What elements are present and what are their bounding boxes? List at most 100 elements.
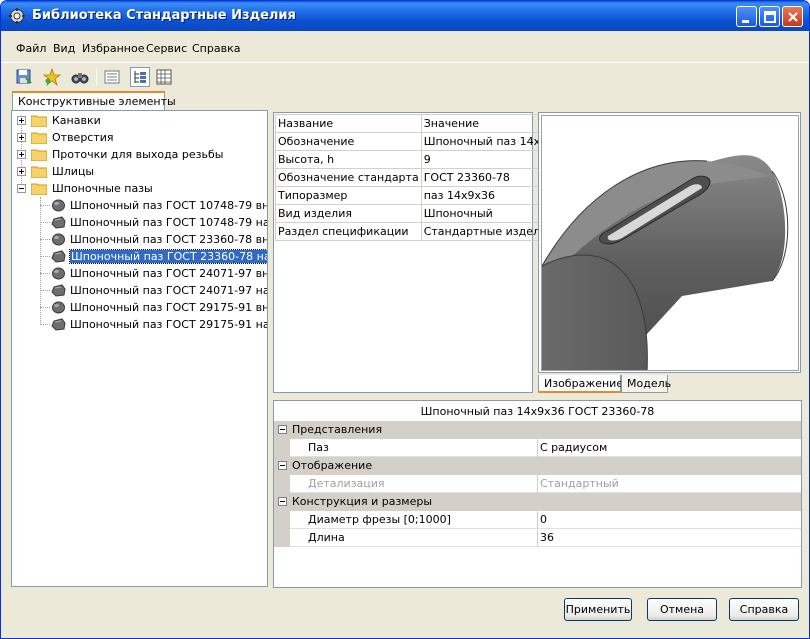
toolbar xyxy=(1,62,809,90)
window-title: Библиотека Стандартные Изделия xyxy=(32,8,296,23)
property-label: Паз xyxy=(308,441,329,454)
gear-icon xyxy=(9,8,25,24)
property-grid: Шпоночный паз 14x9x36 ГОСТ 23360-78 Пред… xyxy=(273,400,802,588)
shaft-part-icon xyxy=(51,250,66,263)
property-name: Раздел спецификации xyxy=(275,222,422,241)
folder-icon xyxy=(31,132,47,144)
table-row[interactable]: Обозначение Шпоночный паз 14x9x36 xyxy=(275,132,571,151)
star-icon xyxy=(42,67,62,87)
column-header-name: Название xyxy=(275,114,422,133)
table-row[interactable]: Раздел спецификации Стандартные изделия xyxy=(275,222,571,241)
table-row[interactable]: Обозначение стандарта ГОСТ 23360-78 xyxy=(275,168,571,187)
column-divider xyxy=(537,439,538,457)
grid-gutter xyxy=(274,511,290,529)
table-icon xyxy=(156,69,172,85)
title-bar[interactable]: Библиотека Стандартные Изделия xyxy=(1,1,809,31)
tree-folder-label: Канавки xyxy=(52,114,101,127)
collapse-icon[interactable] xyxy=(278,425,287,434)
column-divider xyxy=(537,475,538,493)
shaft-model-render xyxy=(542,155,789,370)
menu-help[interactable]: Справка xyxy=(192,42,240,55)
folder-icon xyxy=(31,166,47,178)
property-label: Детализация xyxy=(308,477,385,490)
property-row[interactable]: Паз С радиусом xyxy=(274,439,801,457)
category-row[interactable]: Отображение xyxy=(274,457,801,475)
list-view-button[interactable] xyxy=(102,67,122,87)
expand-icon[interactable] xyxy=(17,116,26,125)
shaft-part-icon xyxy=(52,199,65,212)
expand-icon[interactable] xyxy=(17,133,26,142)
menu-service[interactable]: Сервис xyxy=(146,42,187,55)
folder-icon xyxy=(31,183,47,195)
tree-guide xyxy=(40,256,50,257)
table-row[interactable]: Высота, h 9 xyxy=(275,150,571,169)
shaft-part-icon xyxy=(52,233,65,246)
tree-item-label: Шпоночный паз ГОСТ 23360-78 внутр xyxy=(70,233,268,246)
tree-item-label: Шпоночный паз ГОСТ 29175-91 внутр xyxy=(70,301,268,314)
property-name: Типоразмер xyxy=(275,186,422,205)
menu-view[interactable]: Вид xyxy=(53,42,75,55)
property-value[interactable]: 0 xyxy=(540,513,547,526)
binoculars-icon xyxy=(71,73,89,84)
tree-folder-label: Отверстия xyxy=(52,131,114,144)
table-row[interactable]: Вид изделия Шпоночный xyxy=(275,204,571,223)
property-value: Стандартный xyxy=(540,477,619,490)
property-name: Обозначение xyxy=(275,132,422,151)
property-name: Обозначение стандарта xyxy=(275,168,422,187)
folder-icon xyxy=(31,149,47,161)
app-window: Библиотека Стандартные Изделия Файл Вид … xyxy=(0,0,810,639)
save-button[interactable] xyxy=(14,67,34,87)
shaft-part-icon xyxy=(52,267,65,280)
tree-folder-label: Шлицы xyxy=(52,165,95,178)
tree-icon xyxy=(134,71,146,83)
menu-bar: Файл Вид Избранное Сервис Справка xyxy=(1,39,809,59)
help-button[interactable]: Справка xyxy=(729,598,799,621)
category-label: Отображение xyxy=(292,459,373,472)
properties-panel: Название Значение Обозначение Шпоночный … xyxy=(273,112,571,393)
tree-item-label: Шпоночный паз ГОСТ 23360-78 наруж xyxy=(69,249,267,264)
maximize-icon xyxy=(764,11,776,23)
property-row[interactable]: Диаметр фрезы [0;1000] 0 xyxy=(274,511,801,529)
apply-button[interactable]: Применить xyxy=(564,598,632,621)
expand-icon[interactable] xyxy=(17,150,26,159)
tab-image[interactable]: Изображение xyxy=(538,375,624,393)
tree-folder-label: Шпоночные пазы xyxy=(52,182,153,195)
shaft-part-icon xyxy=(51,216,66,229)
collapse-icon[interactable] xyxy=(278,497,287,506)
property-row[interactable]: Длина 36 xyxy=(274,529,801,547)
tree-guide xyxy=(40,324,50,325)
table-view-button[interactable] xyxy=(154,67,174,87)
list-icon xyxy=(104,70,120,84)
cancel-button[interactable]: Отмена xyxy=(647,598,717,621)
properties-table: Название Значение Обозначение Шпоночный … xyxy=(275,114,571,241)
tree-guide xyxy=(40,290,50,291)
close-button[interactable] xyxy=(782,6,803,27)
menu-favorites[interactable]: Избранное xyxy=(82,42,144,55)
tree-item-label: Шпоночный паз ГОСТ 10748-79 наруж xyxy=(70,216,267,229)
category-row[interactable]: Представления xyxy=(274,421,801,439)
menu-file[interactable]: Файл xyxy=(16,42,46,55)
tab-constructive-elements[interactable]: Конструктивные элементы xyxy=(12,91,176,111)
collapse-icon[interactable] xyxy=(278,461,287,470)
table-row[interactable]: Типоразмер паз 14x9x36 xyxy=(275,186,571,205)
tab-image-label: Изображение xyxy=(544,377,624,390)
close-icon xyxy=(788,12,798,22)
expand-icon[interactable] xyxy=(17,167,26,176)
tab-model[interactable]: Модель xyxy=(621,375,671,393)
property-value[interactable]: 36 xyxy=(540,531,554,544)
add-favorite-button[interactable] xyxy=(42,67,62,87)
column-divider xyxy=(537,529,538,547)
maximize-button[interactable] xyxy=(759,6,780,27)
property-grid-title: Шпоночный паз 14x9x36 ГОСТ 23360-78 xyxy=(420,405,655,418)
tree-guide xyxy=(40,239,50,240)
search-button[interactable] xyxy=(70,67,90,87)
property-value[interactable]: С радиусом xyxy=(540,441,607,454)
tree-item-label: Шпоночный паз ГОСТ 24071-97 наруж xyxy=(70,284,267,297)
category-label: Представления xyxy=(292,423,383,436)
tree-folder-label: Проточки для выхода резьбы xyxy=(52,148,224,161)
tree-view-button[interactable] xyxy=(130,67,150,87)
category-row[interactable]: Конструкция и размеры xyxy=(274,493,801,511)
tree-guide xyxy=(40,222,50,223)
minimize-button[interactable] xyxy=(736,6,757,27)
collapse-icon[interactable] xyxy=(17,184,26,193)
